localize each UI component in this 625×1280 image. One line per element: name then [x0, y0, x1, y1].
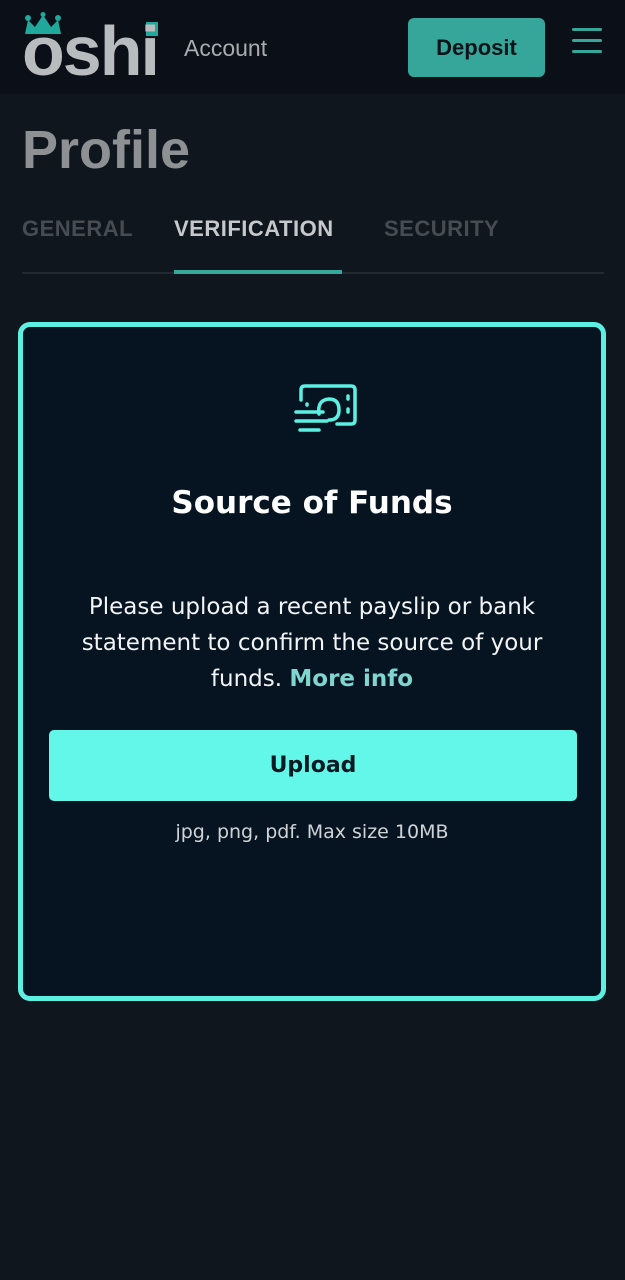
cash-payslip-icon: [294, 384, 357, 432]
oshi-logo[interactable]: oshi: [22, 12, 162, 86]
tab-verification[interactable]: VERIFICATION: [174, 214, 334, 244]
logo-text: oshi: [22, 12, 160, 90]
section-title: Account: [184, 35, 268, 61]
tab-general[interactable]: GENERAL: [22, 214, 133, 244]
page-title: Profile: [22, 120, 191, 180]
profile-tabs: GENERAL VERIFICATION SECURITY: [22, 210, 604, 274]
hamburger-menu-icon[interactable]: [572, 28, 602, 54]
more-info-link[interactable]: More info: [289, 666, 413, 692]
top-navigation-bar: oshi Account Deposit: [0, 0, 625, 94]
source-of-funds-card: Source of Funds Please upload a recent p…: [18, 322, 606, 1001]
upload-file-hint: jpg, png, pdf. Max size 10MB: [175, 821, 449, 843]
upload-button[interactable]: Upload: [49, 730, 577, 801]
card-title: Source of Funds: [171, 485, 453, 521]
deposit-button[interactable]: Deposit: [408, 18, 545, 77]
tab-security[interactable]: SECURITY: [384, 214, 499, 244]
active-tab-indicator: [174, 270, 342, 274]
card-description: Please upload a recent payslip or bank s…: [71, 589, 553, 697]
